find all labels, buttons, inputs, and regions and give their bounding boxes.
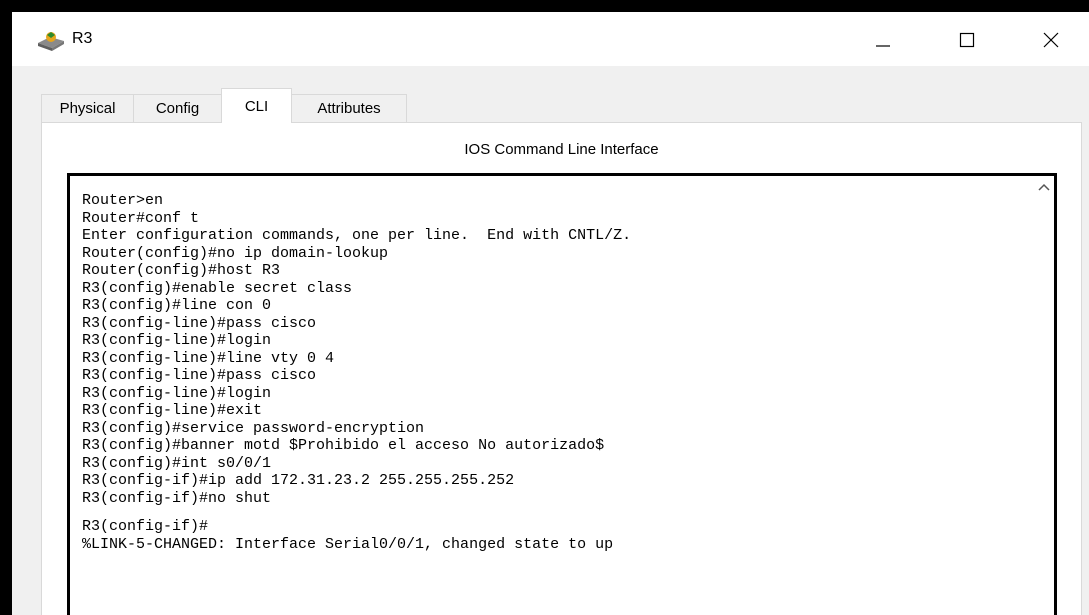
maximize-button[interactable]	[944, 22, 990, 58]
terminal-line: R3(config-line)#pass cisco	[82, 314, 317, 332]
terminal-output: Router>en Router#conf t Enter configurat…	[82, 192, 1024, 553]
router-app-icon	[38, 32, 64, 51]
close-button[interactable]	[1028, 22, 1074, 58]
terminal-line: Router(config)#no ip domain-lookup	[82, 244, 389, 262]
maximize-icon	[959, 32, 975, 48]
window-title: R3	[72, 30, 93, 47]
terminal-line: Router(config)#host R3	[82, 262, 281, 279]
tab-config[interactable]: Config	[133, 94, 222, 122]
terminal-line: R3(config-line)#line vty 0 4	[82, 349, 335, 367]
terminal-line: R3(config-if)#ip add 172.31.23.2 255.255…	[82, 472, 515, 489]
router-window: R3 Physical Config CLI Attributes IOS Co…	[12, 12, 1089, 615]
terminal-line: R3(config-line)#pass cisco	[82, 367, 317, 384]
title-bar[interactable]: R3	[12, 12, 1089, 66]
cli-terminal[interactable]: Router>en Router#conf t Enter configurat…	[67, 173, 1057, 615]
terminal-line: R3(config-line)#login	[82, 384, 272, 402]
tab-cli[interactable]: CLI	[221, 88, 292, 123]
terminal-line: Enter configuration commands, one per li…	[82, 227, 632, 244]
panel-heading: IOS Command Line Interface	[464, 141, 659, 158]
terminal-line: %LINK-5-CHANGED: Interface Serial0/0/1, …	[82, 535, 614, 553]
terminal-line: R3(config-if)#	[82, 518, 209, 535]
terminal-line: R3(config)#banner motd $Prohibido el acc…	[82, 437, 605, 454]
window-content: Physical Config CLI Attributes IOS Comma…	[12, 66, 1089, 615]
scroll-up-arrow-icon[interactable]	[1037, 182, 1051, 192]
terminal-line: Router#conf t	[82, 209, 200, 227]
terminal-line: R3(config-line)#login	[82, 332, 272, 349]
minimize-icon	[876, 45, 890, 47]
tab-physical[interactable]: Physical	[41, 94, 134, 122]
close-icon	[1043, 32, 1059, 48]
terminal-line: R3(config-line)#exit	[82, 402, 263, 419]
terminal-line: R3(config)#int s0/0/1	[82, 454, 272, 472]
terminal-line: Router>en	[82, 192, 164, 209]
cli-panel: IOS Command Line Interface Router>en Rou…	[41, 122, 1082, 615]
tab-attributes[interactable]: Attributes	[291, 94, 407, 122]
terminal-line: R3(config)#service password-encryption	[82, 419, 425, 437]
terminal-line: R3(config-if)#no shut	[82, 489, 272, 507]
terminal-line: R3(config)#enable secret class	[82, 279, 353, 297]
minimize-button[interactable]	[860, 22, 906, 58]
terminal-scrollbar[interactable]	[1034, 176, 1054, 615]
terminal-line: R3(config)#line con 0	[82, 297, 272, 314]
